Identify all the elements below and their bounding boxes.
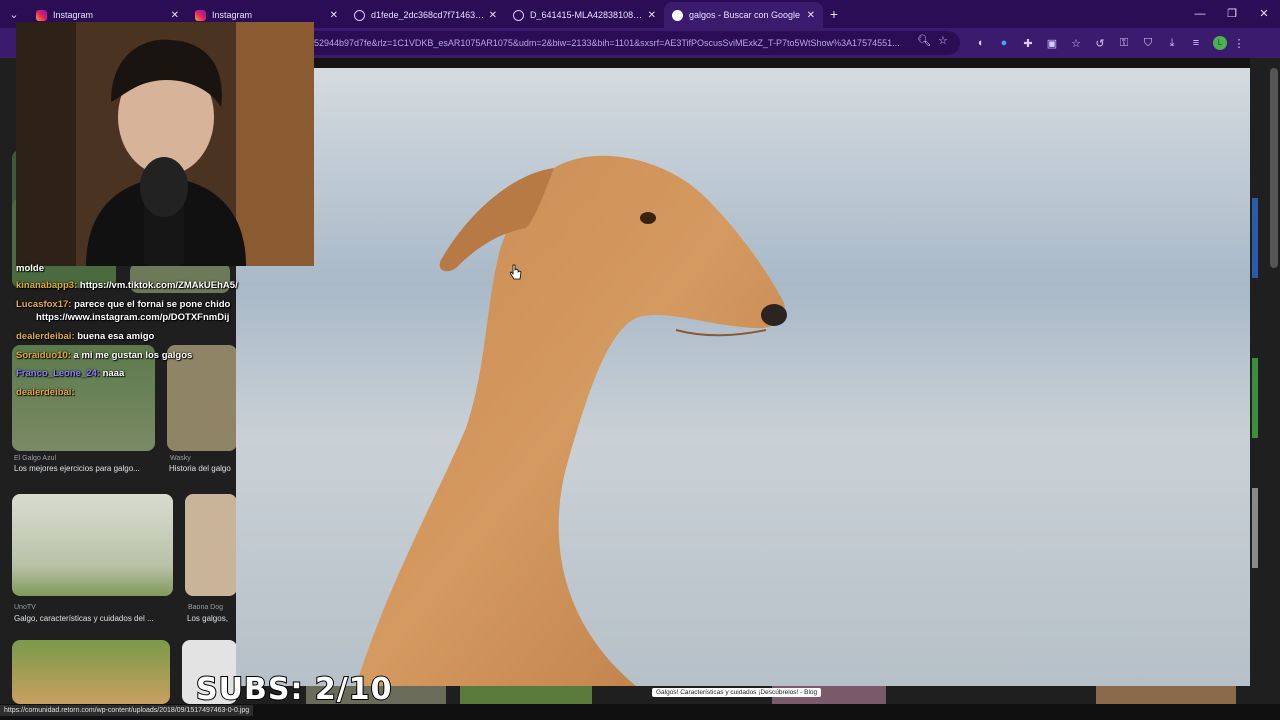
scrollbar[interactable]	[1270, 68, 1278, 268]
chat-message: kinanabapp3: https://vm.tiktok.com/ZMAkU…	[16, 279, 238, 292]
shield-icon[interactable]: ⛉	[1136, 37, 1160, 50]
minimize-icon[interactable]: —	[1184, 0, 1216, 28]
chat-text: parece que el fornai se pone chido	[74, 299, 231, 310]
subs-counter: SUBS: 2/10	[195, 671, 393, 708]
chat-user: dealerdeibai:	[16, 331, 75, 342]
chat-user: Franco_Leone_24:	[16, 368, 100, 379]
galgo-photo	[236, 68, 1250, 686]
chat-text: naaa	[102, 368, 125, 379]
chat-user: dealerdeibai:	[16, 387, 75, 398]
tab-image-1[interactable]: d1fede_2dc368cd7f71463cafdd ✕	[346, 2, 505, 28]
history-icon[interactable]: ↺	[1088, 37, 1112, 50]
image-result[interactable]	[185, 494, 237, 596]
download-icon[interactable]: ⤓	[1160, 37, 1184, 50]
close-icon[interactable]: ✕	[489, 10, 497, 21]
image-result[interactable]	[1252, 198, 1258, 278]
result-caption[interactable]: Historia del galgo	[169, 464, 233, 473]
address-bar[interactable]: 52944b97d7fe&rlz=1C1VDKB_esAR1075AR1075&…	[300, 31, 960, 55]
result-tooltip: Galgos! Características y cuidados ¡Desc…	[652, 688, 822, 697]
tab-label: Instagram	[53, 10, 94, 20]
chat-text: molde	[16, 263, 44, 274]
chat-message: Lucasfox17: parece que el fornai se pone…	[16, 298, 230, 311]
close-icon[interactable]: ✕	[171, 10, 179, 21]
new-tab-button[interactable]: +	[823, 6, 845, 22]
profile-avatar[interactable]: L	[1213, 36, 1227, 50]
screenshot-icon[interactable]: ▣	[1040, 37, 1064, 50]
google-icon	[672, 9, 683, 21]
chat-user: kinanabapp3:	[16, 280, 78, 291]
image-preview[interactable]	[236, 68, 1250, 686]
image-result[interactable]	[12, 494, 173, 596]
hand-cursor-icon	[510, 264, 522, 280]
puzzle-icon[interactable]: ✚	[1016, 37, 1040, 50]
chat-user: Soraiduo10:	[16, 350, 71, 361]
image-result[interactable]	[460, 686, 592, 704]
globe-icon	[354, 9, 365, 21]
tab-label: galgos - Buscar con Google	[689, 10, 801, 20]
tab-label: d1fede_2dc368cd7f71463cafdd	[371, 10, 485, 20]
extension-icons: ◖ ● ✚ ▣ ☆ ↺ ⚿ ⛉ ⤓ ≡ L ⋮	[968, 28, 1251, 58]
chat-text: https://www.instagram.com/p/DOTXFnmDij	[36, 312, 230, 323]
result-caption[interactable]: Galgo, características y cuidados del ..…	[14, 614, 172, 623]
chat-message: dealerdeibai:	[16, 386, 75, 399]
close-icon[interactable]: ✕	[648, 10, 656, 21]
webcam-feed	[16, 22, 314, 266]
close-icon[interactable]: ✕	[330, 10, 338, 21]
close-window-icon[interactable]: ✕	[1248, 0, 1280, 28]
result-source: Baona Dog	[188, 604, 224, 611]
webcam-overlay	[16, 22, 314, 266]
result-source: El Galgo Azul	[14, 455, 57, 462]
instagram-icon	[36, 9, 47, 21]
image-result[interactable]	[1252, 488, 1258, 568]
bookmark-star-icon[interactable]: ☆	[938, 34, 948, 47]
result-source: UnoTV	[14, 604, 36, 611]
result-caption[interactable]: Los mejores ejercicios para galgo...	[14, 464, 156, 473]
image-result[interactable]	[12, 640, 170, 704]
reading-list-icon[interactable]: ≡	[1184, 37, 1208, 49]
chat-text: https://vm.tiktok.com/ZMAkUEhA5/	[79, 280, 238, 291]
chat-user: Lucasfox17:	[16, 299, 72, 310]
tab-label: Instagram	[212, 10, 253, 20]
extension-icon[interactable]: ●	[992, 37, 1016, 49]
chat-message: molde	[16, 262, 44, 275]
extension-icon[interactable]: ◖	[968, 37, 992, 49]
favorites-icon[interactable]: ☆	[1064, 37, 1088, 50]
result-caption[interactable]: Los galgos,	[187, 614, 235, 623]
image-result[interactable]	[1252, 358, 1258, 438]
result-source: Wasky	[170, 455, 191, 462]
tab-image-2[interactable]: D_641415-MLA42838108894_0 ✕	[505, 2, 664, 28]
chat-text: buena esa amigo	[77, 331, 155, 342]
tab-google-search[interactable]: galgos - Buscar con Google ✕	[664, 2, 823, 28]
chat-message: https://www.instagram.com/p/DOTXFnmDij	[36, 311, 229, 324]
window-controls: — ❐ ✕	[1184, 0, 1280, 28]
chat-message: Soraiduo10: a mi me gustan los galgos	[16, 349, 192, 362]
image-result[interactable]	[1096, 686, 1236, 704]
chat-message: Franco_Leone_24: naaa	[16, 367, 124, 380]
chat-message: dealerdeibai: buena esa amigo	[16, 330, 154, 343]
zoom-icon[interactable]: 🔍︎	[917, 34, 931, 47]
restore-icon[interactable]: ❐	[1216, 0, 1248, 28]
close-icon[interactable]: ✕	[807, 10, 815, 21]
chat-text: a mi me gustan los galgos	[73, 350, 193, 361]
tab-label: D_641415-MLA42838108894_0	[530, 10, 644, 20]
menu-icon[interactable]: ⋮	[1227, 37, 1251, 50]
globe-icon	[513, 9, 524, 21]
password-icon[interactable]: ⚿	[1112, 37, 1136, 50]
instagram-icon	[195, 9, 206, 21]
